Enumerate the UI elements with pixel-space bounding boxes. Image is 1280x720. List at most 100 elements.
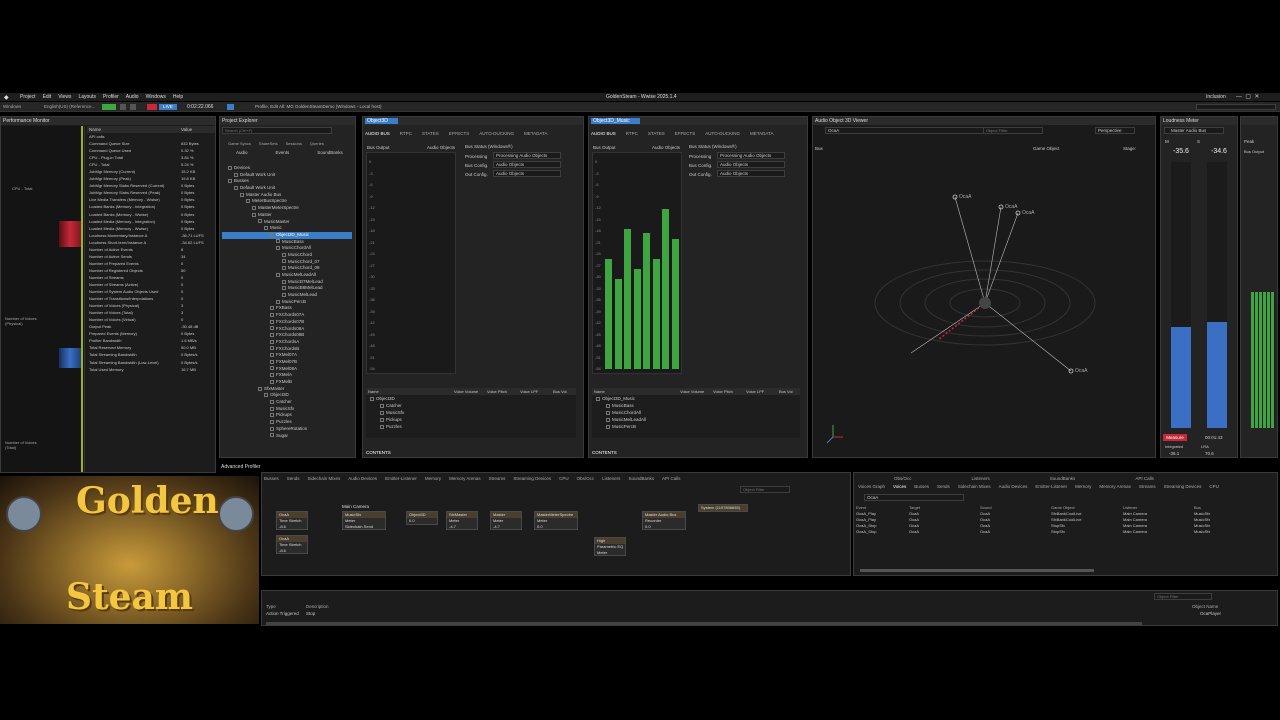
tab-states[interactable]: STATES	[422, 131, 439, 136]
tab-auto-ducking[interactable]: AUTO-DUCKING	[479, 131, 514, 136]
contents-row[interactable]: Object3D	[366, 395, 576, 402]
tab-soundbanks[interactable]: SoundBanks	[317, 150, 343, 155]
tab-auto-ducking[interactable]: AUTO-DUCKING	[705, 131, 740, 136]
tree-item[interactable]: Object3D	[222, 392, 352, 399]
tree-item[interactable]: FXMel07B	[222, 359, 352, 366]
tree-item[interactable]: SfxMaster	[222, 386, 352, 393]
tab-streams[interactable]: Streams	[1139, 484, 1156, 489]
tree-item[interactable]: MusicBass	[222, 239, 352, 246]
tree-item[interactable]: MeterBusSpectre	[222, 198, 352, 205]
voices-filter[interactable]: OcaA	[864, 494, 964, 501]
tab-emitter-listener[interactable]: Emitter-Listener	[385, 476, 417, 481]
graph-node[interactable]: Master Meter -4.7	[490, 511, 522, 530]
perf-row[interactable]: CPU - Plug-in Total 3.84 %	[87, 154, 215, 161]
graph-node[interactable]: MusicSfx Meter Sidechain Send	[342, 511, 386, 530]
tab-rtpc[interactable]: RTPC	[400, 131, 412, 136]
tab-game-syncs[interactable]: Game Syncs	[228, 141, 251, 146]
contents-row[interactable]: Pickups	[366, 416, 576, 423]
live-button[interactable]: LIVE	[159, 104, 177, 110]
tab-memory-arenas[interactable]: Memory Arenas	[449, 476, 481, 481]
menu-project[interactable]: Project	[20, 94, 36, 100]
tree-item[interactable]: MasterMeterSpectre	[222, 205, 352, 212]
tab-effects[interactable]: EFFECTS	[449, 131, 470, 136]
tab-object3d-music[interactable]: Object3D_Music	[591, 118, 640, 124]
tree-item[interactable]: SphereRotation	[222, 426, 352, 433]
perf-row[interactable]: Loudness Momentary/Instance A -36.71 LUFS	[87, 232, 215, 239]
platform-select[interactable]: Windows	[3, 104, 21, 109]
perf-row[interactable]: Loaded Banks (Memory - Integration) 0 Byt…	[87, 203, 215, 210]
tab-memory-arenas[interactable]: Memory Arenas	[1099, 484, 1131, 489]
tree-item[interactable]: Busses	[222, 178, 352, 185]
tab-soundbanks[interactable]: SoundBanks	[628, 476, 654, 481]
tree-item[interactable]: Music	[222, 225, 352, 232]
graph-node[interactable]: OcaA Time Stretch -8.6	[276, 535, 308, 554]
outconfig-field[interactable]: Audio Objects	[717, 170, 785, 177]
perf-row[interactable]: Number of Transitions/Interpolations 0	[87, 295, 215, 302]
tab-busses[interactable]: Busses	[914, 484, 929, 489]
outconfig-field[interactable]: Audio Objects	[493, 170, 561, 177]
search-field[interactable]	[1196, 104, 1276, 110]
tree-item[interactable]: MusicChord	[222, 252, 352, 259]
menu-layouts[interactable]: Layouts	[78, 94, 96, 100]
tab-audio-bus[interactable]: AUDIO BUS	[591, 131, 616, 136]
menu-audio[interactable]: Audio	[126, 94, 139, 100]
tab-audio-devices[interactable]: Audio Devices	[348, 476, 377, 481]
menu-views[interactable]: Views	[58, 94, 71, 100]
perf-row[interactable]: Total Streaming Bandwidth 0 Bytes/s	[87, 351, 215, 358]
perf-row[interactable]: CPU - Total 5.24 %	[87, 161, 215, 168]
tree-item[interactable]: MusicMelLead	[222, 292, 352, 299]
tree-item[interactable]: Default Work Unit	[222, 172, 352, 179]
tab-sends[interactable]: Sends	[287, 476, 300, 481]
tab-memory[interactable]: Memory	[425, 476, 441, 481]
perspective-select[interactable]: Perspective	[1095, 127, 1135, 134]
peak-select[interactable]: Peak	[1244, 139, 1254, 144]
tree-item[interactable]: MusicPercB	[222, 299, 352, 306]
perf-row[interactable]: Number of Prepared Events 0	[87, 260, 215, 267]
tree-item[interactable]: FXChordsA	[222, 339, 352, 346]
tab-sidechain-mixes[interactable]: Sidechain Mixes	[308, 476, 341, 481]
tree-item[interactable]: FXBass	[222, 305, 352, 312]
log-scrollbar[interactable]	[266, 622, 1142, 625]
capture-icon[interactable]	[130, 104, 136, 110]
tree-item[interactable]: MusicMelLeadAll	[222, 272, 352, 279]
tree-item[interactable]: FXMel07A	[222, 352, 352, 359]
perf-row[interactable]: Prepared Events (Memory) 0 Bytes	[87, 330, 215, 337]
tab-sidechain-mixes[interactable]: Sidechain Mixes	[958, 484, 991, 489]
remote-connect-icon[interactable]	[102, 104, 116, 110]
tree-item[interactable]: FXMelB	[222, 379, 352, 386]
contents-row[interactable]: MusicMelLeadAll	[592, 416, 800, 423]
perf-row[interactable]: Number of Streams 0	[87, 274, 215, 281]
menu-profiler[interactable]: Profiler	[103, 94, 119, 100]
perf-row[interactable]: Loudness Short-term/Instance A -34.62 LUF…	[87, 239, 215, 246]
perf-row[interactable]: JobMgr Memory (Peak) 19.8 KB	[87, 175, 215, 182]
tab-rtpc[interactable]: RTPC	[626, 131, 638, 136]
perf-row[interactable]: Live Media Transfers (Memory - Wwise) 0 B…	[87, 196, 215, 203]
tree-item[interactable]: Default Work Unit	[222, 185, 352, 192]
layout-icon[interactable]	[227, 104, 234, 110]
graph-node[interactable]: Object3D 0.0	[406, 511, 438, 525]
busconfig-field[interactable]: Audio Objects	[717, 161, 785, 168]
tree-item[interactable]: MusicChord_08	[222, 265, 352, 272]
tab-emitter-listener[interactable]: Emitter-Listener	[1035, 484, 1067, 489]
perf-row[interactable]: Number of Voices (Total) 3	[87, 309, 215, 316]
tab-memory[interactable]: Memory	[1075, 484, 1091, 489]
tree-item[interactable]: MusicSfx	[222, 406, 352, 413]
contents-row[interactable]: MusicPercB	[592, 423, 800, 430]
tab-audio-bus[interactable]: AUDIO BUS	[365, 131, 390, 136]
tree-item[interactable]: FXChords07B	[222, 319, 352, 326]
contents-row[interactable]: MusicChordAll	[592, 409, 800, 416]
tree-item[interactable]: Devices	[222, 165, 352, 172]
contents-row[interactable]: Puzzles	[366, 423, 576, 430]
tab-metadata[interactable]: METADATA	[524, 131, 548, 136]
perf-row[interactable]: JobMgr Memory Slabs Reserved (Current) 0 …	[87, 182, 215, 189]
perf-row[interactable]: Number of Active Sends 34	[87, 253, 215, 260]
tab-sends[interactable]: Sends	[937, 484, 950, 489]
perf-row[interactable]: Loaded Media (Memory - Integration) 0 Byt…	[87, 218, 215, 225]
perf-row[interactable]: Number of Streams (Active) 0	[87, 281, 215, 288]
perf-row[interactable]: JobMgr Memory (Current) 15.2 KB	[87, 168, 215, 175]
perf-row[interactable]: JobMgr Memory Slabs Reserved (Peak) 0 Byt…	[87, 189, 215, 196]
tab-streaming-devices[interactable]: Streaming Devices	[513, 476, 551, 481]
tree-item[interactable]: MusicD7MelLead	[222, 279, 352, 286]
tree-item[interactable]: MusicMaster	[222, 219, 352, 226]
perf-row[interactable]: Command Queue Used 0.32 %	[87, 147, 215, 154]
